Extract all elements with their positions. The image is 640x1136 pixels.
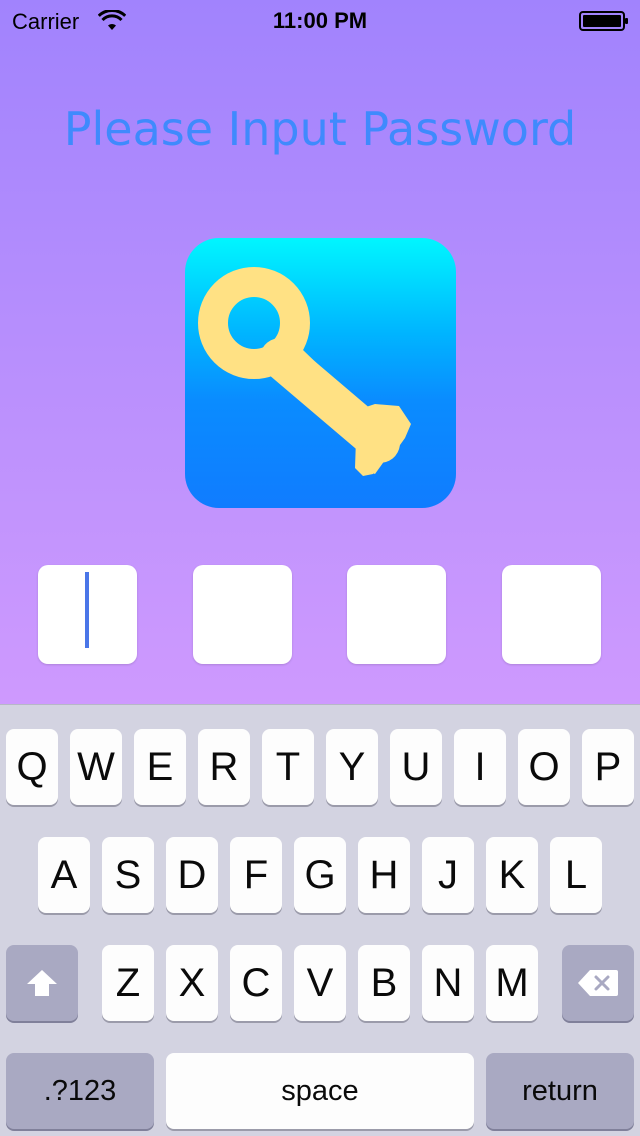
battery-icon [579, 10, 629, 32]
key-y[interactable]: Y [326, 729, 378, 805]
space-key[interactable]: space [166, 1053, 474, 1129]
return-key[interactable]: return [486, 1053, 634, 1129]
key-m[interactable]: M [486, 945, 538, 1021]
numbers-key[interactable]: .?123 [6, 1053, 154, 1129]
key-j[interactable]: J [422, 837, 474, 913]
text-cursor [85, 572, 89, 648]
key-t[interactable]: T [262, 729, 314, 805]
key-n[interactable]: N [422, 945, 474, 1021]
key-a[interactable]: A [38, 837, 90, 913]
password-digit-1[interactable] [38, 565, 137, 664]
password-digit-3[interactable] [347, 565, 446, 664]
key-e[interactable]: E [134, 729, 186, 805]
key-o[interactable]: O [518, 729, 570, 805]
delete-key[interactable] [562, 945, 634, 1021]
key-b[interactable]: B [358, 945, 410, 1021]
key-f[interactable]: F [230, 837, 282, 913]
keyboard: Q W E R T Y U I O P A S D F G H J K L Z … [0, 704, 640, 1136]
shift-icon [27, 970, 57, 996]
key-w[interactable]: W [70, 729, 122, 805]
key-l[interactable]: L [550, 837, 602, 913]
key-x[interactable]: X [166, 945, 218, 1021]
key-s[interactable]: S [102, 837, 154, 913]
password-digit-2[interactable] [193, 565, 292, 664]
key-c[interactable]: C [230, 945, 282, 1021]
key-icon [185, 238, 456, 508]
key-p[interactable]: P [582, 729, 634, 805]
key-d[interactable]: D [166, 837, 218, 913]
clock: 11:00 PM [272, 8, 368, 33]
key-g[interactable]: G [294, 837, 346, 913]
page-title: Please Input Password [63, 102, 577, 156]
delete-icon [578, 970, 618, 996]
key-i[interactable]: I [454, 729, 506, 805]
key-k[interactable]: K [486, 837, 538, 913]
key-q[interactable]: Q [6, 729, 58, 805]
key-u[interactable]: U [390, 729, 442, 805]
key-r[interactable]: R [198, 729, 250, 805]
key-h[interactable]: H [358, 837, 410, 913]
status-bar: Carrier 11:00 PM [0, 0, 640, 40]
key-v[interactable]: V [294, 945, 346, 1021]
password-digit-4[interactable] [502, 565, 601, 664]
shift-key[interactable] [6, 945, 78, 1021]
key-z[interactable]: Z [102, 945, 154, 1021]
